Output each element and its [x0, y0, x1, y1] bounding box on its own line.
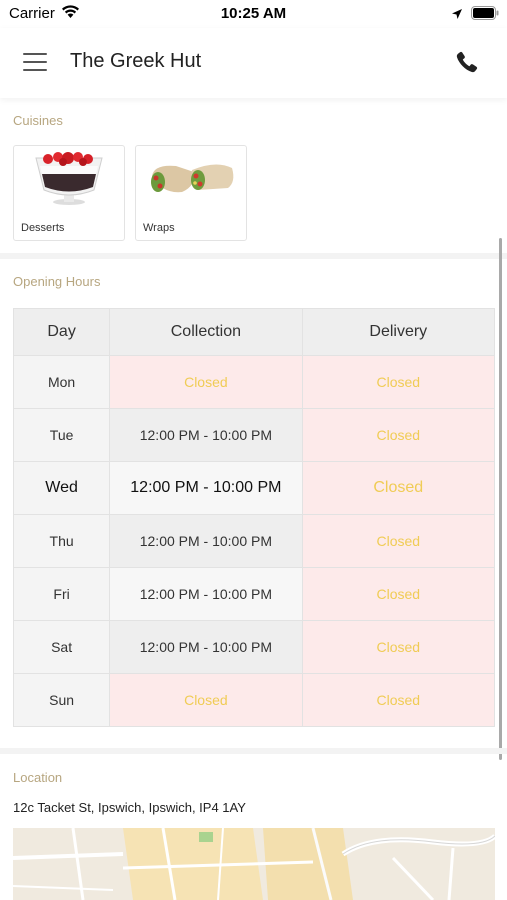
app-header: The Greek Hut: [0, 28, 507, 98]
section-divider: [0, 253, 507, 259]
cuisine-label: Wraps: [143, 222, 175, 234]
delivery-cell: Closed: [301, 408, 496, 462]
wraps-image: [136, 146, 246, 218]
collection-cell: Closed: [109, 355, 303, 409]
section-divider: [0, 748, 507, 754]
menu-icon[interactable]: [23, 52, 47, 72]
collection-cell: 12:00 PM - 10:00 PM: [109, 620, 303, 674]
address-text: 12c Tacket St, Ipswich, Ipswich, IP4 1AY: [13, 800, 246, 815]
delivery-cell: Closed: [301, 673, 496, 727]
battery-icon: [471, 6, 499, 25]
delivery-cell: Closed: [301, 461, 496, 515]
column-header-day: Day: [12, 308, 111, 356]
table-header-row: Day Collection Delivery: [12, 308, 496, 356]
delivery-cell: Closed: [301, 514, 496, 568]
location-heading: Location: [13, 770, 63, 785]
table-row: Mon Closed Closed: [12, 355, 496, 409]
cuisine-card-wraps[interactable]: Wraps: [135, 145, 247, 241]
phone-icon[interactable]: [455, 50, 479, 79]
day-cell: Sun: [12, 673, 111, 727]
table-row: Tue 12:00 PM - 10:00 PM Closed: [12, 408, 496, 462]
table-row: Thu 12:00 PM - 10:00 PM Closed: [12, 514, 496, 568]
status-bar: Carrier 10:25 AM: [0, 0, 507, 28]
day-cell: Wed: [12, 461, 111, 515]
restaurant-title: The Greek Hut: [70, 50, 202, 72]
table-row: Sat 12:00 PM - 10:00 PM Closed: [12, 620, 496, 674]
opening-hours-table: Day Collection Delivery Mon Closed Close…: [12, 308, 496, 727]
collection-cell: Closed: [109, 673, 303, 727]
delivery-cell: Closed: [301, 567, 496, 621]
collection-cell: 12:00 PM - 10:00 PM: [109, 408, 303, 462]
table-row: Fri 12:00 PM - 10:00 PM Closed: [12, 567, 496, 621]
scroll-indicator[interactable]: [499, 238, 502, 760]
table-row: Sun Closed Closed: [12, 673, 496, 727]
location-map[interactable]: [13, 828, 495, 900]
table-row: Wed 12:00 PM - 10:00 PM Closed: [12, 461, 496, 515]
delivery-cell: Closed: [301, 355, 496, 409]
cuisine-card-desserts[interactable]: Desserts: [13, 145, 125, 241]
cuisine-label: Desserts: [21, 222, 65, 234]
day-cell: Sat: [12, 620, 111, 674]
day-cell: Thu: [12, 514, 111, 568]
day-cell: Fri: [12, 567, 111, 621]
delivery-cell: Closed: [301, 620, 496, 674]
collection-cell: 12:00 PM - 10:00 PM: [109, 514, 303, 568]
column-header-delivery: Delivery: [301, 308, 496, 356]
collection-cell: 12:00 PM - 10:00 PM: [109, 567, 303, 621]
location-arrow-icon: [451, 7, 463, 25]
collection-cell: 12:00 PM - 10:00 PM: [109, 461, 303, 515]
day-cell: Mon: [12, 355, 111, 409]
desserts-image: [14, 146, 124, 218]
cuisines-heading: Cuisines: [13, 113, 63, 128]
day-cell: Tue: [12, 408, 111, 462]
column-header-collection: Collection: [109, 308, 303, 356]
opening-hours-heading: Opening Hours: [13, 274, 101, 289]
clock: 10:25 AM: [220, 5, 287, 22]
